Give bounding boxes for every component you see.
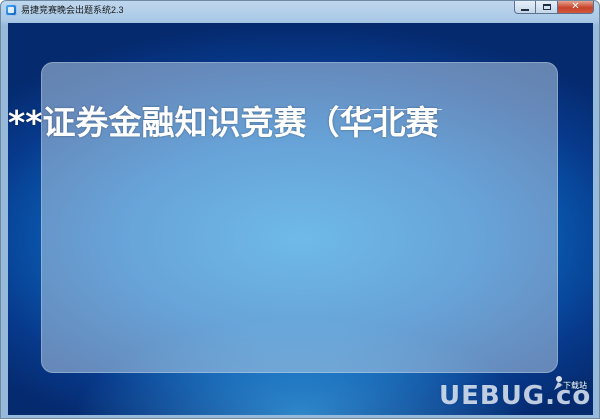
title-bar[interactable]: 易捷竞赛晚会出题系统2.3 ✕ [1, 1, 599, 19]
site-watermark: 下载站 UEBUG.com [439, 375, 593, 413]
app-window: 易捷竞赛晚会出题系统2.3 ✕ **证券金融知识竞赛（华北赛 下载站 UEBUG… [0, 0, 600, 419]
maximize-button[interactable] [536, 1, 558, 14]
close-button[interactable]: ✕ [558, 1, 594, 14]
app-icon[interactable] [5, 4, 17, 16]
maximize-icon [542, 4, 551, 10]
quiz-stage: **证券金融知识竞赛（华北赛 下载站 UEBUG.com [8, 23, 593, 415]
minimize-icon [521, 8, 529, 11]
watermark-logo: UEBUG.com [439, 381, 593, 411]
close-icon: ✕ [571, 1, 580, 12]
caption-buttons: ✕ [514, 1, 594, 15]
window-title: 易捷竞赛晚会出题系统2.3 [21, 5, 124, 15]
competition-title: **证券金融知识竞赛（华北赛 [8, 103, 439, 142]
minimize-button[interactable] [514, 1, 536, 14]
